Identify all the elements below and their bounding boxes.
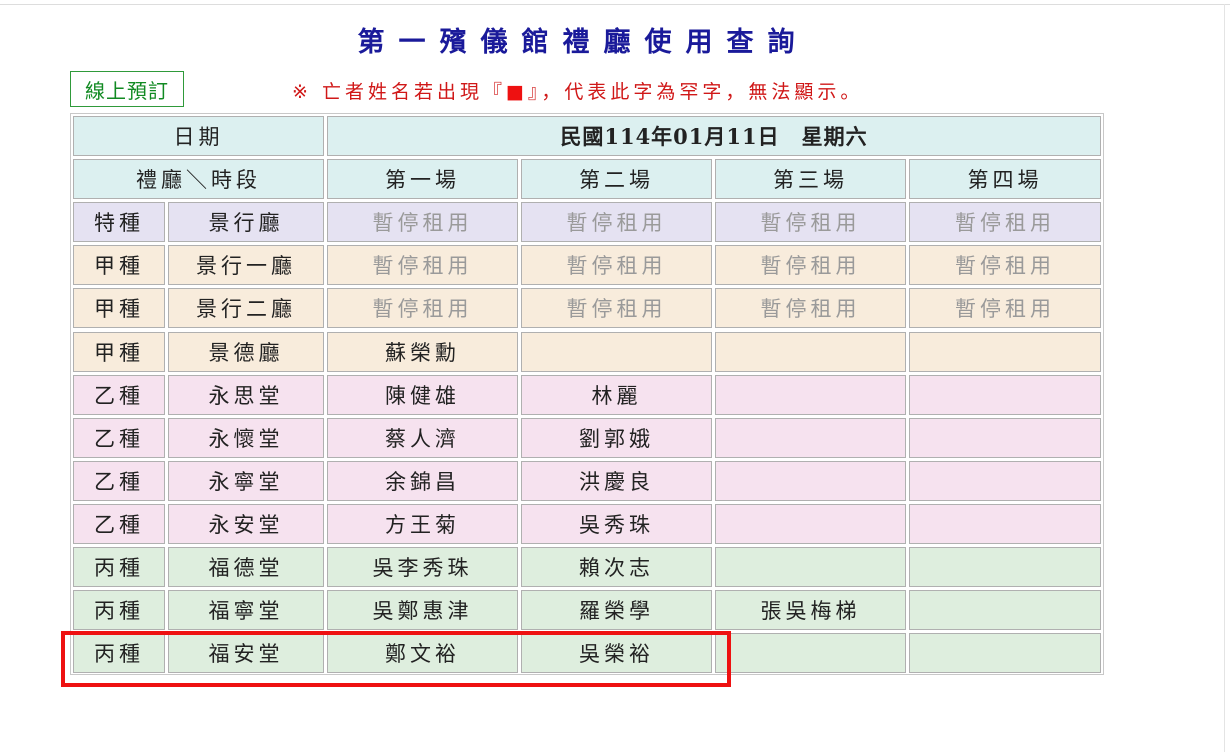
hall-name: 景行一廳 [168, 245, 324, 286]
hall-name: 永思堂 [168, 374, 324, 415]
slot-header-3: 第三場 [715, 159, 906, 200]
hall-category: 乙種 [73, 374, 165, 415]
hall-category: 乙種 [73, 503, 165, 544]
slot-cell: 吳鄭惠津 [327, 590, 518, 631]
hall-category: 甲種 [73, 331, 165, 372]
hall-name: 永寧堂 [168, 460, 324, 501]
slot-cell [909, 417, 1101, 458]
slot-cell [909, 331, 1101, 372]
hall-name: 景行廳 [168, 202, 324, 243]
hall-category: 丙種 [73, 547, 165, 587]
slot-cell: 暫停租用 [521, 245, 712, 286]
slot-cell: 暫停租用 [327, 202, 518, 243]
hall-name: 永安堂 [168, 503, 324, 544]
slot-cell [715, 374, 906, 415]
top-divider [0, 4, 1230, 5]
slot-cell [521, 331, 712, 372]
slot-cell: 林麗 [521, 374, 712, 415]
slot-cell: 吳秀珠 [521, 503, 712, 544]
slot-cell [715, 547, 906, 587]
hall-name: 福德堂 [168, 547, 324, 587]
hall-category: 甲種 [73, 288, 165, 329]
slot-cell [909, 590, 1101, 631]
slot-cell [715, 331, 906, 372]
slot-cell: 暫停租用 [715, 202, 906, 243]
slot-cell: 暫停租用 [909, 202, 1101, 243]
hall-category: 特種 [73, 202, 165, 243]
slot-cell [909, 547, 1101, 587]
slot-cell: 吳李秀珠 [327, 547, 518, 587]
slot-cell: 暫停租用 [521, 202, 712, 243]
hall-category: 丙種 [73, 633, 165, 674]
slot-cell [909, 633, 1101, 674]
slot-cell [909, 503, 1101, 544]
hall-name: 福安堂 [168, 633, 324, 674]
hall-name: 永懷堂 [168, 417, 324, 458]
page-title: 第一殯儀館禮廳使用查詢 [357, 27, 809, 58]
slot-cell [715, 460, 906, 501]
hall-name: 景行二廳 [168, 288, 324, 329]
slot-cell: 暫停租用 [327, 245, 518, 286]
slot-cell [715, 633, 906, 674]
slot-cell: 賴次志 [521, 547, 712, 587]
hall-category: 乙種 [73, 417, 165, 458]
rare-character-notice: ※ 亡者姓名若出現『■』，代表此字為罕字，無法顯示。 [292, 81, 864, 103]
slot-header-4: 第四場 [909, 159, 1101, 200]
slot-cell: 洪慶良 [521, 460, 712, 501]
hall-name: 福寧堂 [168, 590, 324, 631]
slot-cell: 鄭文裕 [327, 633, 518, 674]
slot-cell: 暫停租用 [909, 288, 1101, 329]
rare-character-mark: ■ [505, 81, 528, 103]
slot-cell: 暫停租用 [715, 288, 906, 329]
slot-cell [909, 374, 1101, 415]
slot-cell: 吳榮裕 [521, 633, 712, 674]
slot-header-2: 第二場 [521, 159, 712, 200]
right-divider [1224, 4, 1225, 752]
slot-cell: 陳健雄 [327, 374, 518, 415]
slot-cell: 蘇榮勳 [327, 331, 518, 372]
slot-cell [715, 503, 906, 544]
slot-cell: 羅榮學 [521, 590, 712, 631]
slot-cell: 暫停租用 [327, 288, 518, 329]
slot-cell: 暫停租用 [521, 288, 712, 329]
slot-cell: 方王菊 [327, 503, 518, 544]
slot-cell: 蔡人濟 [327, 417, 518, 458]
slot-cell: 余錦昌 [327, 460, 518, 501]
slot-cell [909, 460, 1101, 501]
slot-header-1: 第一場 [327, 159, 518, 200]
online-booking-button[interactable]: 線上預訂 [70, 71, 184, 107]
slot-cell: 劉郭娥 [521, 417, 712, 458]
slot-cell [715, 417, 906, 458]
date-label: 日期 [73, 116, 324, 156]
hall-category: 乙種 [73, 460, 165, 501]
hall-slot-header: 禮廳＼時段 [73, 159, 324, 200]
slot-cell: 暫停租用 [715, 245, 906, 286]
hall-name: 景德廳 [168, 331, 324, 372]
slot-cell: 張吳梅梯 [715, 590, 906, 631]
hall-category: 甲種 [73, 245, 165, 286]
slot-cell: 暫停租用 [909, 245, 1101, 286]
hall-category: 丙種 [73, 590, 165, 631]
date-value: 民國114年01月11日 星期六 [327, 116, 1101, 156]
